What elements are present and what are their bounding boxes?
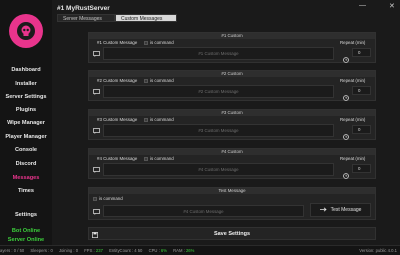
custom-panel-1: #1 Custom #1 Custom Message is command #… — [88, 32, 376, 63]
status-ram: RAM : 26% — [173, 248, 195, 253]
bot-status: Bot Online — [11, 228, 41, 234]
sidebar-item-settings[interactable]: Settings — [0, 212, 52, 218]
is-command-label: is command — [99, 196, 123, 201]
clock-icon — [343, 127, 349, 140]
sidebar-item-player-manager[interactable]: Player Manager — [0, 134, 52, 140]
message-icon — [93, 89, 100, 95]
clock-icon — [343, 88, 349, 101]
tab-server-messages[interactable]: Server Messages — [57, 14, 115, 22]
window-title: #1 MyRustServer — [57, 5, 110, 12]
custom-panel-2: #2 Custom #2 Custom Message is command #… — [88, 70, 376, 101]
sidebar-item-discord[interactable]: Discord — [0, 161, 52, 167]
message-icon — [93, 209, 100, 215]
status-joining: Joining : 0 — [58, 248, 79, 253]
is-command-label: is command — [150, 40, 174, 45]
is-command-checkbox[interactable] — [93, 197, 97, 201]
panel-header: #4 Custom — [89, 149, 375, 155]
custom-panel-4: #4 Custom #4 Custom Message is command #… — [88, 148, 376, 179]
test-message-panel: Test Message is command #4 Custom Messag… — [88, 187, 376, 220]
clock-icon — [343, 50, 349, 63]
tab-bar: Server Messages Custom Messages — [57, 14, 177, 22]
sidebar: Dashboard Installer Server Settings Plug… — [0, 0, 52, 245]
sidebar-item-console[interactable]: Console — [0, 147, 52, 153]
message-icon — [93, 128, 100, 134]
repeat-label: Repeat (min) — [340, 40, 366, 45]
repeat-label: Repeat (min) — [340, 117, 366, 122]
save-settings-label: Save Settings — [213, 231, 251, 237]
message-icon — [93, 167, 100, 173]
sidebar-item-wipe-manager[interactable]: Wipe Manager — [0, 120, 52, 126]
sidebar-item-server-settings[interactable]: Server Settings — [0, 94, 52, 100]
panel-header: #2 Custom — [89, 71, 375, 77]
clock-icon — [343, 166, 349, 179]
repeat-input[interactable]: 0 — [352, 86, 371, 95]
status-fps: FPS : 237 — [84, 248, 103, 253]
is-command-label: is command — [150, 156, 174, 161]
custom-message-label: #4 Custom Message — [97, 156, 138, 161]
repeat-input[interactable]: 0 — [352, 164, 371, 173]
custom-message-input[interactable]: #1 Custom Message — [103, 47, 334, 60]
save-settings-button[interactable]: Save Settings — [88, 227, 376, 240]
is-command-label: is command — [150, 117, 174, 122]
is-command-checkbox[interactable] — [144, 79, 148, 83]
sidebar-item-times[interactable]: Times — [0, 188, 52, 194]
server-status: Server Online — [7, 237, 45, 243]
status-bar: ayers : 0 / 50 Sleepers : 0 Joining : 0 … — [0, 245, 400, 255]
tab-custom-messages[interactable]: Custom Messages — [115, 14, 177, 22]
repeat-input[interactable]: 0 — [352, 125, 371, 134]
panel-header: #3 Custom — [89, 110, 375, 116]
test-message-button-label: Test Message — [330, 207, 362, 213]
sidebar-item-installer[interactable]: Installer — [0, 81, 52, 87]
custom-message-label: #3 Custom Message — [97, 117, 138, 122]
is-command-checkbox[interactable] — [144, 157, 148, 161]
repeat-input[interactable]: 0 — [352, 48, 371, 57]
is-command-checkbox[interactable] — [144, 41, 148, 45]
sidebar-item-dashboard[interactable]: Dashboard — [0, 67, 52, 73]
custom-message-input[interactable]: #3 Custom Message — [103, 124, 334, 137]
panel-header: #1 Custom — [89, 33, 375, 39]
status-players: ayers : 0 / 50 — [0, 248, 25, 253]
repeat-label: Repeat (min) — [340, 156, 366, 161]
sidebar-item-messages[interactable]: Messages — [0, 175, 52, 181]
minimize-button[interactable]: — — [359, 2, 366, 9]
arrow-right-icon — [319, 206, 327, 214]
panel-header: Test Message — [89, 188, 375, 194]
custom-panel-3: #3 Custom #3 Custom Message is command #… — [88, 109, 376, 140]
sidebar-item-plugins[interactable]: Plugins — [0, 107, 52, 113]
message-icon — [93, 51, 100, 57]
status-entity-count: EntityCount : 4 50 — [109, 248, 143, 253]
custom-message-input[interactable]: #2 Custom Message — [103, 85, 334, 98]
status-cpu: CPU : 6% — [148, 248, 167, 253]
custom-message-input[interactable]: #4 Custom Message — [103, 163, 334, 176]
is-command-checkbox[interactable] — [144, 118, 148, 122]
is-command-label: is command — [150, 78, 174, 83]
custom-message-label: #1 Custom Message — [97, 40, 138, 45]
status-sleepers: Sleepers : 0 — [30, 248, 53, 253]
close-button[interactable]: ✕ — [389, 2, 395, 10]
custom-message-label: #2 Custom Message — [97, 78, 138, 83]
test-message-input[interactable]: #4 Custom Message — [103, 205, 304, 217]
test-message-button[interactable]: Test Message — [310, 203, 371, 217]
save-icon — [92, 231, 98, 238]
skull-icon — [21, 25, 31, 36]
repeat-label: Repeat (min) — [340, 78, 366, 83]
app-logo — [9, 14, 43, 48]
version-label: Version: public 4.0.1 — [359, 248, 397, 253]
